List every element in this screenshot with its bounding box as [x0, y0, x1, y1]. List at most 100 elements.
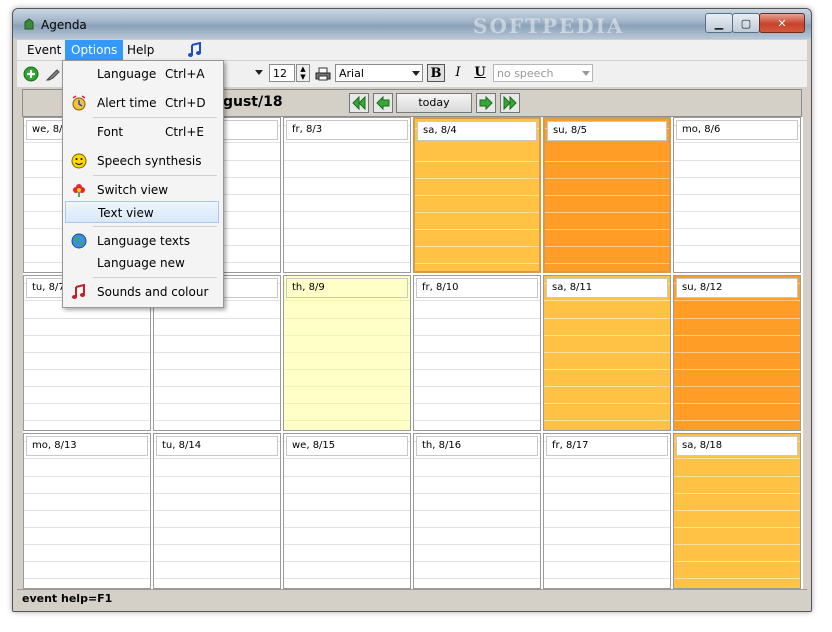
day-cell-sunday[interactable]: su, 8/5: [543, 117, 671, 273]
speech-value: no speech: [497, 67, 554, 80]
day-header: fr, 8/3: [286, 120, 408, 140]
minimize-button[interactable]: ▁: [705, 13, 733, 33]
day-cell[interactable]: fr, 8/17: [543, 433, 671, 589]
font-size-stepper[interactable]: ▲ ▼: [296, 64, 310, 82]
day-header: sa, 8/11: [546, 278, 668, 298]
menu-item-label: Alert time: [97, 96, 157, 110]
day-header: fr, 8/17: [546, 436, 668, 456]
alarm-clock-icon: [72, 95, 86, 111]
menu-options[interactable]: Options: [65, 40, 124, 60]
font-size-field[interactable]: 12: [269, 64, 295, 82]
menu-separator: [93, 175, 217, 176]
prev-month-button[interactable]: [349, 93, 369, 113]
edit-tool-icon[interactable]: [45, 66, 61, 82]
globe-icon: [71, 233, 87, 249]
day-header: th, 8/16: [416, 436, 538, 456]
menu-item-shortcut: Ctrl+E: [165, 125, 204, 139]
chevron-down-icon: [412, 71, 420, 76]
menu-separator: [93, 277, 217, 278]
music-note-icon[interactable]: [187, 42, 203, 58]
menu-item-shortcut: Ctrl+A: [165, 67, 205, 81]
menu-help[interactable]: Help: [121, 40, 160, 60]
arrow-left-icon: [376, 95, 390, 111]
day-cell[interactable]: fr, 8/10: [413, 275, 541, 431]
day-cell[interactable]: we, 8/15: [283, 433, 411, 589]
chevron-down-icon: [582, 71, 590, 76]
prev-week-button[interactable]: [373, 93, 393, 113]
title-bar[interactable]: Agenda SOFTPEDIA ▁ ▢ ✕: [13, 9, 811, 39]
next-week-button[interactable]: [476, 93, 496, 113]
menu-item-label: Speech synthesis: [97, 154, 202, 168]
maximize-icon: ▢: [740, 16, 752, 30]
speech-select[interactable]: no speech: [493, 64, 593, 82]
day-header: we, 8/15: [286, 436, 408, 456]
day-cell-saturday[interactable]: sa, 8/11: [543, 275, 671, 431]
menu-item-speech-synthesis[interactable]: Speech synthesis: [65, 150, 219, 172]
underline-button[interactable]: U: [471, 64, 489, 82]
day-header: tu, 8/14: [156, 436, 278, 456]
day-header: fr, 8/10: [416, 278, 538, 298]
watermark: SOFTPEDIA: [473, 14, 625, 38]
font-name-value: Arial: [339, 67, 364, 80]
close-icon: ✕: [777, 16, 787, 30]
day-header: mo, 8/6: [676, 120, 798, 140]
close-button[interactable]: ✕: [759, 13, 805, 33]
print-icon[interactable]: [315, 66, 331, 82]
menu-item-text-view[interactable]: Text view: [65, 201, 219, 223]
menu-item-switch-view[interactable]: Switch view: [65, 179, 219, 201]
day-cell-sunday[interactable]: su, 8/12: [673, 275, 801, 431]
add-event-icon[interactable]: [23, 66, 39, 82]
menu-item-shortcut: Ctrl+D: [165, 96, 206, 110]
double-arrow-right-icon: [503, 95, 517, 111]
day-cell-saturday[interactable]: sa, 8/18: [673, 433, 801, 589]
menu-item-label: Sounds and colour: [97, 285, 209, 299]
day-header: sa, 8/18: [676, 436, 798, 456]
font-name-select[interactable]: Arial: [335, 64, 423, 82]
menu-item-label: Language texts: [97, 234, 190, 248]
day-header: th, 8/9: [286, 278, 408, 298]
menu-item-label: Switch view: [97, 183, 169, 197]
menu-item-language[interactable]: Language Ctrl+A: [65, 63, 219, 85]
day-cell[interactable]: mo, 8/13: [23, 433, 151, 589]
day-header: su, 8/5: [547, 121, 667, 141]
menu-item-label: Language: [97, 67, 157, 81]
menu-item-sounds-and-colour[interactable]: Sounds and colour: [65, 281, 219, 303]
options-menu: Language Ctrl+A Alert time Ctrl+D Font C…: [62, 60, 224, 308]
music-notes-icon: [72, 284, 85, 299]
day-header: mo, 8/13: [26, 436, 148, 456]
status-bar: event help=F1: [17, 589, 807, 607]
menu-separator: [93, 226, 217, 227]
window-title: Agenda: [41, 18, 87, 32]
day-cell[interactable]: mo, 8/6: [673, 117, 801, 273]
italic-button[interactable]: I: [449, 64, 467, 82]
double-arrow-left-icon: [352, 95, 366, 111]
font-combo-arrow[interactable]: [225, 64, 265, 82]
arrow-right-icon: [479, 95, 493, 111]
menu-item-label: Language new: [97, 256, 185, 270]
app-icon: [24, 18, 34, 30]
menu-item-language-texts[interactable]: Language texts: [65, 230, 219, 252]
flower-icon: [73, 184, 85, 197]
bold-button[interactable]: B: [427, 64, 445, 82]
day-cell[interactable]: th, 8/16: [413, 433, 541, 589]
day-cell-saturday[interactable]: sa, 8/4: [413, 117, 541, 273]
day-cell[interactable]: fr, 8/3: [283, 117, 411, 273]
smiley-icon: [71, 153, 87, 169]
today-button[interactable]: today: [396, 93, 472, 113]
menu-separator: [93, 117, 217, 118]
menu-item-label: Font: [97, 125, 124, 139]
menu-item-language-new[interactable]: Language new: [65, 252, 219, 274]
day-cell-today[interactable]: th, 8/9: [283, 275, 411, 431]
next-month-button[interactable]: [500, 93, 520, 113]
menu-item-font[interactable]: Font Ctrl+E: [65, 121, 219, 143]
day-header: sa, 8/4: [417, 121, 537, 141]
minimize-icon: ▁: [714, 16, 724, 30]
day-cell[interactable]: tu, 8/14: [153, 433, 281, 589]
menu-bar: Event Options Help: [17, 40, 807, 61]
day-header: su, 8/12: [676, 278, 798, 298]
menu-item-alert-time[interactable]: Alert time Ctrl+D: [65, 92, 219, 114]
menu-item-label: Text view: [98, 206, 154, 220]
chevron-down-icon: [255, 70, 263, 75]
maximize-button[interactable]: ▢: [732, 13, 760, 33]
menu-event[interactable]: Event: [21, 40, 67, 60]
